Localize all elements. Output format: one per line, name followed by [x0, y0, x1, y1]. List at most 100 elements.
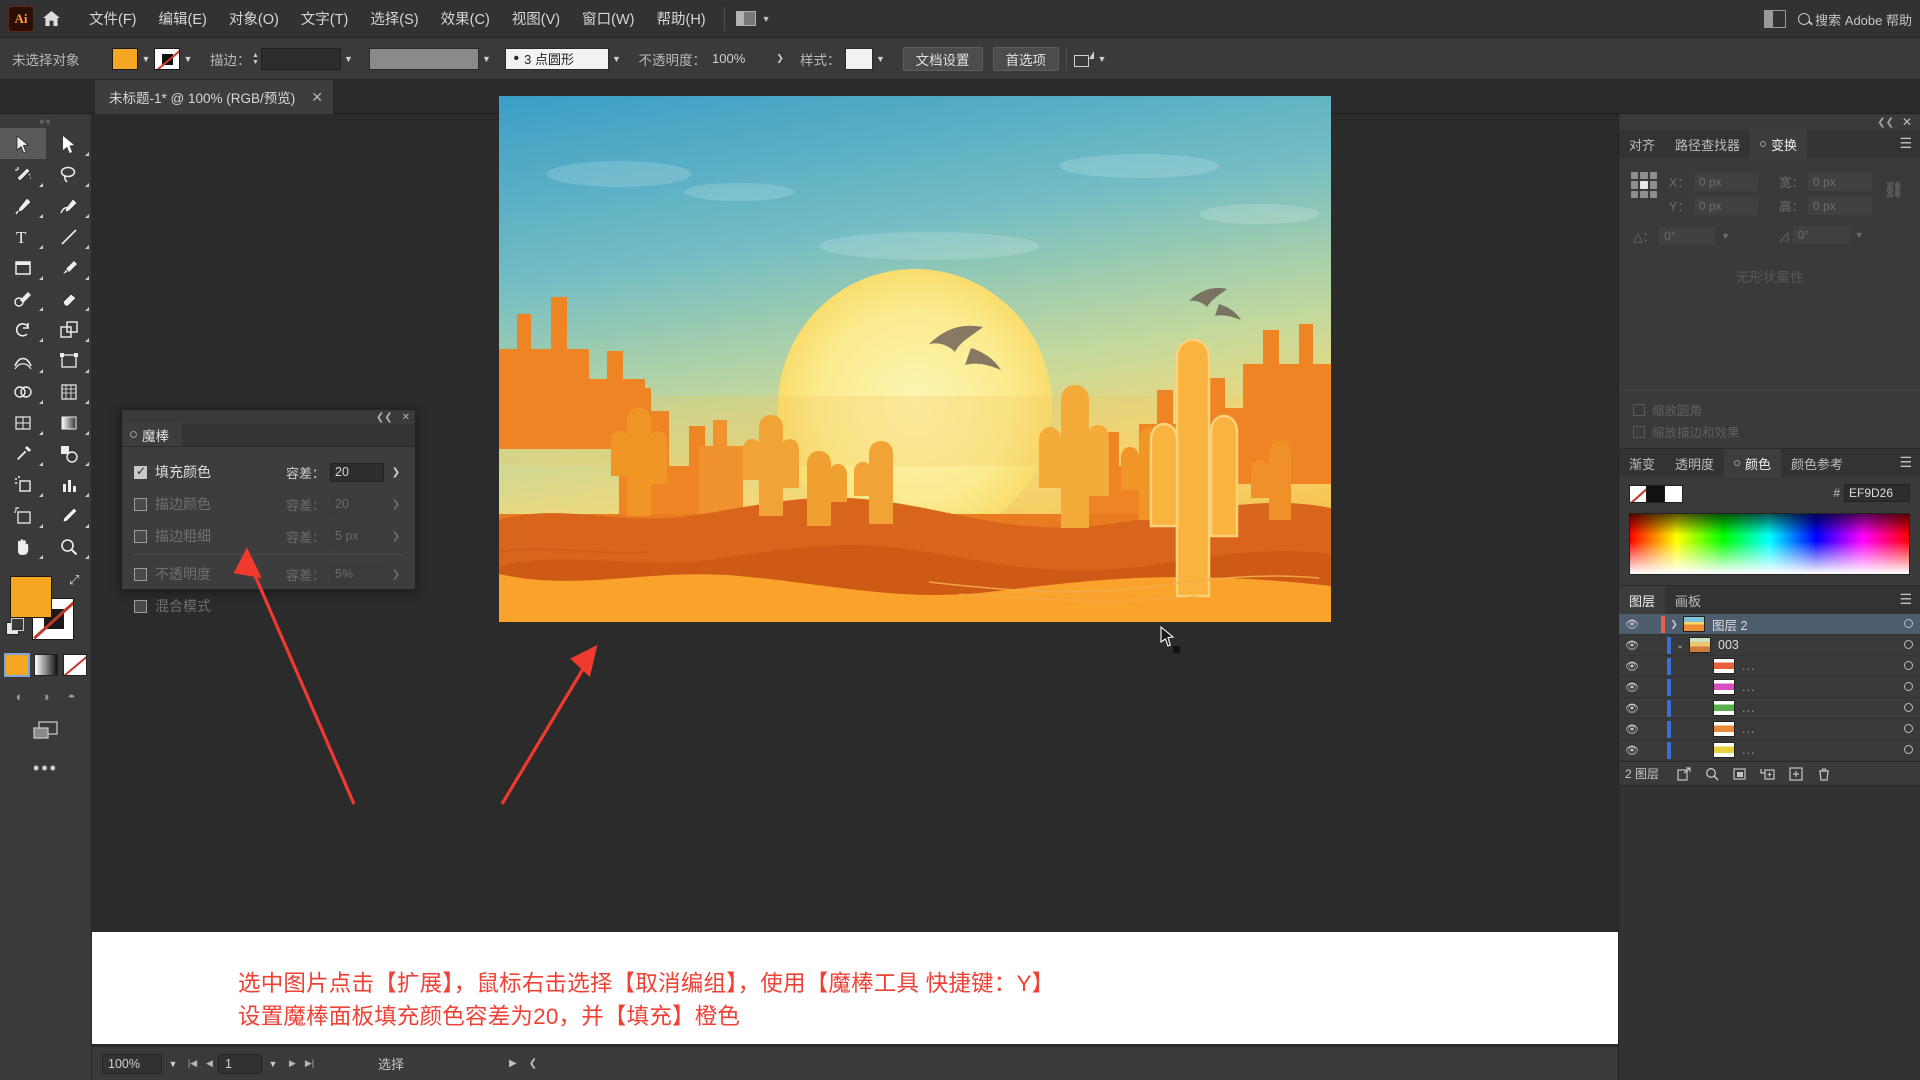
style-dropdown-icon[interactable]: ▼ [873, 48, 889, 70]
target-indicator-icon[interactable] [1896, 680, 1920, 694]
layer-name[interactable]: ... [1742, 722, 1896, 736]
menu-type[interactable]: 文字(T) [290, 4, 360, 33]
table-row[interactable]: 👁 ... [1619, 656, 1920, 677]
column-graph-tool[interactable] [46, 469, 92, 500]
table-row[interactable]: 👁 ❯ 图层 2 [1619, 614, 1920, 635]
paintbrush-tool[interactable] [46, 252, 92, 283]
artboard-tool[interactable] [0, 500, 46, 531]
artboard-dropdown-icon[interactable]: ▼ [262, 1054, 284, 1074]
tab-gradient[interactable]: 渐变 [1619, 449, 1666, 477]
perspective-grid-tool[interactable] [46, 376, 92, 407]
zoom-level-field[interactable]: 100% [102, 1053, 162, 1074]
arrange-documents-button[interactable]: ▼ [735, 11, 771, 26]
tab-transform[interactable]: 变换 [1750, 130, 1808, 158]
checkbox-scale-corners[interactable] [1633, 403, 1645, 416]
menu-file[interactable]: 文件(F) [78, 4, 148, 33]
tolerance-slider-icon-stroke-color[interactable]: ❯ [389, 499, 403, 510]
artboard-number-field[interactable]: 1 [218, 1053, 262, 1074]
direct-selection-tool[interactable] [46, 128, 92, 159]
curvature-tool[interactable] [46, 190, 92, 221]
draw-behind-icon[interactable]: ◑ [36, 686, 56, 706]
tab-artboards[interactable]: 画板 [1665, 586, 1712, 614]
eyedropper-tool[interactable] [0, 438, 46, 469]
artboard[interactable] [499, 96, 1331, 622]
magic-wand-tool[interactable] [0, 159, 46, 190]
menu-effect[interactable]: 效果(C) [430, 4, 501, 33]
y-input[interactable]: 0 px [1693, 196, 1758, 215]
tolerance-slider-icon-opacity[interactable]: ❯ [389, 569, 403, 580]
swap-fill-stroke-icon[interactable]: ⤢ [69, 572, 85, 588]
mesh-tool[interactable] [0, 407, 46, 438]
angle-input[interactable]: 0° [1659, 226, 1716, 245]
hex-value-input[interactable]: EF9D26 [1844, 484, 1910, 502]
tab-align[interactable]: 对齐 [1619, 130, 1666, 158]
stroke-dropdown-icon[interactable]: ▼ [180, 48, 196, 70]
collapse-icon[interactable]: ❮❮ [1877, 117, 1894, 128]
close-icon[interactable]: ✕ [1902, 115, 1912, 129]
variable-width-profile-field[interactable] [368, 47, 479, 70]
wand-row-blending-mode[interactable]: 混合模式 [134, 590, 403, 622]
workspace-switcher-icon[interactable] [1764, 10, 1787, 28]
none-button[interactable] [62, 654, 87, 676]
lasso-tool[interactable] [46, 159, 92, 190]
graphic-style-swatch[interactable] [844, 47, 873, 70]
layer-name[interactable]: ... [1742, 659, 1896, 673]
status-expand-icon[interactable]: ▶ [509, 1058, 517, 1069]
tab-pathfinder[interactable]: 路径查找器 [1665, 130, 1751, 158]
reference-point-selector[interactable] [1631, 172, 1657, 198]
document-setup-button[interactable]: 文档设置 [902, 46, 983, 71]
next-artboard-icon[interactable]: ▶ [284, 1054, 301, 1074]
tolerance-slider-icon-stroke-weight[interactable]: ❯ [389, 531, 403, 542]
white-swatch[interactable] [1665, 485, 1683, 503]
shape-builder-tool[interactable] [0, 376, 46, 407]
target-indicator-icon[interactable] [1896, 722, 1920, 736]
transform-panel-titlebar[interactable]: ❮❮ ✕ [1619, 114, 1920, 130]
scale-tool[interactable] [46, 314, 92, 345]
table-row[interactable]: 👁 ... [1619, 698, 1920, 719]
target-indicator-icon[interactable] [1896, 743, 1920, 757]
wand-row-fill-color[interactable]: 填充颜色 容差： 20 ❯ [134, 456, 403, 488]
visibility-eye-icon[interactable]: 👁 [1619, 618, 1645, 631]
visibility-eye-icon[interactable]: 👁 [1619, 660, 1645, 673]
last-artboard-icon[interactable]: ▶| [301, 1054, 318, 1074]
menu-help[interactable]: 帮助(H) [645, 4, 716, 33]
toolbar-fill-swatch[interactable] [10, 576, 52, 618]
stroke-weight-field[interactable] [260, 47, 341, 70]
black-swatch[interactable] [1647, 485, 1665, 503]
stroke-weight-dropdown-icon[interactable]: ▼ [341, 48, 357, 70]
rectangle-tool[interactable] [0, 252, 46, 283]
visibility-eye-icon[interactable]: 👁 [1619, 681, 1645, 694]
tolerance-slider-icon-fill[interactable]: ❯ [389, 467, 403, 478]
gradient-button[interactable] [33, 654, 58, 676]
height-input[interactable]: 0 px [1808, 196, 1873, 215]
checkbox-scale-strokes[interactable] [1633, 425, 1645, 438]
layer-name[interactable]: 003 [1718, 638, 1896, 652]
document-tab[interactable]: 未标题-1* @ 100% (RGB/预览) ✕ [95, 80, 334, 114]
shaper-tool[interactable] [0, 283, 46, 314]
color-button[interactable] [3, 653, 30, 677]
zoom-tool[interactable] [46, 531, 92, 562]
layer-name[interactable]: ... [1742, 743, 1896, 757]
tab-transparency[interactable]: 透明度 [1665, 449, 1725, 477]
width-tool[interactable] [0, 345, 46, 376]
selection-tool[interactable] [0, 128, 46, 159]
menu-edit[interactable]: 编辑(E) [148, 4, 218, 33]
color-spectrum-ramp[interactable] [1629, 513, 1910, 575]
magic-wand-panel[interactable]: ❮❮ ✕ 魔棒 填充颜色 容差： 20 ❯ 描边颜色 [121, 409, 416, 614]
tab-color-guide[interactable]: 颜色参考 [1781, 449, 1854, 477]
new-sublayer-icon[interactable] [1755, 764, 1781, 784]
fill-color-swatch[interactable] [112, 47, 138, 70]
tab-layers[interactable]: 图层 [1619, 586, 1666, 614]
width-profile-dropdown-icon[interactable]: ▼ [479, 48, 495, 70]
brush-dropdown-icon[interactable]: ▼ [609, 48, 625, 70]
default-fill-stroke-icon[interactable] [6, 618, 24, 636]
new-layer-icon[interactable] [1783, 764, 1809, 784]
tolerance-input-stroke-weight[interactable]: 5 px [330, 526, 384, 546]
tolerance-input-opacity[interactable]: 5% [330, 564, 384, 584]
target-indicator-icon[interactable] [1896, 638, 1920, 652]
opacity-value[interactable]: 100% [706, 48, 772, 70]
draw-normal-icon[interactable]: ◐ [10, 686, 30, 706]
wand-row-stroke-color[interactable]: 描边颜色 容差： 20 ❯ [134, 488, 403, 520]
target-indicator-icon[interactable] [1896, 701, 1920, 715]
table-row[interactable]: 👁 ⌄ 003 [1619, 635, 1920, 656]
